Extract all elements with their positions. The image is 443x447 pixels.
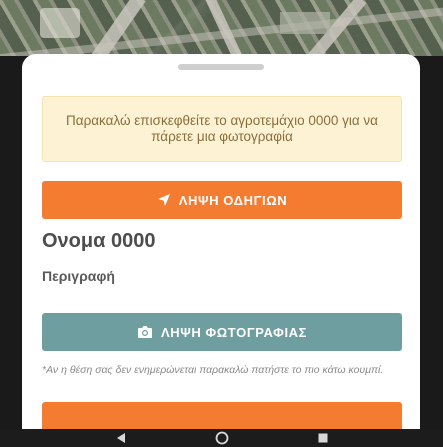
bottom-sheet: Παρακαλώ επισκεφθείτε το αγροτεμάχιο 000… [22, 54, 420, 429]
recents-square-icon[interactable] [313, 429, 333, 447]
map-building [40, 8, 80, 38]
plot-name: Ονομα 0000 [42, 230, 156, 252]
back-triangle-icon[interactable] [111, 429, 131, 447]
get-directions-label: ΛΗΨΗ ΟΔΗΓΙΩΝ [178, 192, 288, 208]
home-circle-icon[interactable] [212, 429, 232, 447]
map-background[interactable] [0, 0, 443, 56]
take-photo-label: ΛΗΨΗ ΦΩΤΟΓΡΑΦΙΑΣ [160, 324, 308, 340]
get-directions-button[interactable]: ΛΗΨΗ ΟΔΗΓΙΩΝ [42, 181, 402, 219]
visit-notice-text: Παρακαλώ επισκεφθείτε το αγροτεμάχιο 000… [66, 113, 378, 144]
description-label: Περιγραφή [42, 268, 115, 284]
map-building [280, 12, 330, 34]
camera-icon [137, 325, 153, 339]
visit-notice: Παρακαλώ επισκεφθείτε το αγροτεμάχιο 000… [42, 96, 402, 162]
take-photo-button[interactable]: ΛΗΨΗ ΦΩΤΟΓΡΑΦΙΑΣ [42, 313, 402, 351]
sheet-drag-handle[interactable] [178, 64, 264, 70]
navigation-arrow-icon [157, 193, 171, 207]
location-hint: *Αν η θέση σας δεν ενημερώνεται παρακαλώ… [42, 364, 384, 376]
system-navigation-bar [0, 429, 443, 447]
refresh-location-button[interactable] [42, 402, 402, 429]
